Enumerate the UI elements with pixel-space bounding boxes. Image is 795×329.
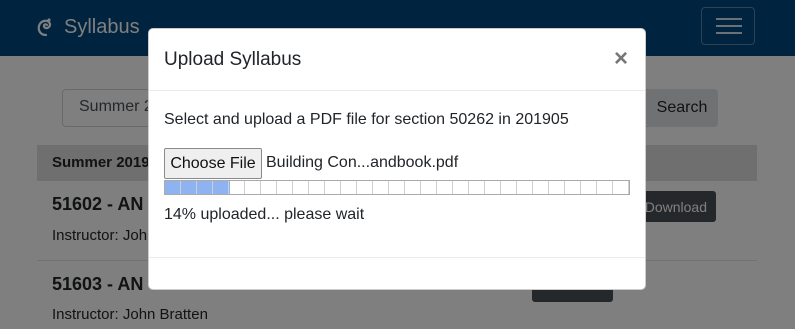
close-icon[interactable]: × [608,46,634,72]
upload-progress-bar [164,180,630,195]
progress-ticks [165,181,629,194]
upload-syllabus-modal: Upload Syllabus × Select and upload a PD… [148,28,646,290]
upload-status: 14% uploaded... please wait [164,206,365,223]
modal-description: Select and upload a PDF file for section… [164,111,569,128]
choose-file-button[interactable]: Choose File [164,148,262,179]
modal-title: Upload Syllabus [164,49,302,70]
selected-file-name: Building Con...andbook.pdf [266,154,459,171]
modal-footer-divider [149,257,645,258]
modal-header: Upload Syllabus × [149,29,645,91]
